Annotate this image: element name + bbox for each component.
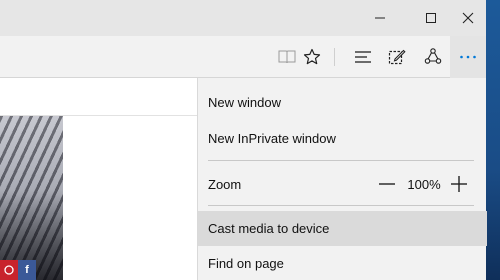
close-button[interactable] xyxy=(450,0,486,36)
menu-separator xyxy=(208,205,474,206)
web-note-icon xyxy=(388,49,406,65)
menu-item-label: New window xyxy=(208,94,281,110)
menu-item-label: Find on page xyxy=(208,255,284,271)
page-header-strip xyxy=(0,78,200,116)
more-actions-icon xyxy=(460,55,476,59)
share-button[interactable] xyxy=(416,36,450,78)
more-actions-button[interactable] xyxy=(450,36,486,78)
desktop-background xyxy=(486,0,500,280)
web-note-button[interactable] xyxy=(380,36,414,78)
zoom-out-icon xyxy=(379,183,395,185)
pinterest-icon[interactable] xyxy=(0,260,18,280)
maximize-button[interactable] xyxy=(413,0,449,36)
toolbar-separator xyxy=(334,48,335,66)
facebook-icon[interactable]: f xyxy=(18,260,36,280)
favorites-star-icon xyxy=(303,48,321,65)
add-to-favorites-button[interactable] xyxy=(295,36,329,78)
share-icon xyxy=(424,48,442,64)
menu-item-zoom: Zoom 100% xyxy=(198,166,487,202)
close-icon xyxy=(462,12,474,24)
zoom-in-icon xyxy=(451,176,467,192)
minimize-icon xyxy=(375,17,385,19)
maximize-icon xyxy=(426,13,436,23)
menu-item-label: New InPrivate window xyxy=(208,130,336,146)
facebook-letter: f xyxy=(25,264,29,276)
hub-icon xyxy=(355,51,371,63)
menu-item-find-on-page[interactable]: Find on page xyxy=(198,246,487,280)
browser-window: f New window New InPrivate window Zoom 1… xyxy=(0,0,487,280)
menu-separator xyxy=(208,160,474,161)
menu-item-new-inprivate-window[interactable]: New InPrivate window xyxy=(198,120,487,156)
minimize-button[interactable] xyxy=(362,0,398,36)
title-bar xyxy=(0,0,486,36)
menu-item-new-window[interactable]: New window xyxy=(198,84,487,120)
hub-button[interactable] xyxy=(346,36,380,78)
more-actions-menu: New window New InPrivate window Zoom 100… xyxy=(197,78,487,280)
menu-item-label: Cast media to device xyxy=(208,221,330,236)
reading-view-icon xyxy=(278,50,296,64)
browser-toolbar xyxy=(0,36,486,78)
zoom-level: 100% xyxy=(407,176,441,192)
zoom-label: Zoom xyxy=(208,176,242,192)
zoom-out-button[interactable] xyxy=(374,166,400,202)
zoom-in-button[interactable] xyxy=(446,166,472,202)
menu-item-cast-media[interactable]: Cast media to device xyxy=(198,211,487,246)
